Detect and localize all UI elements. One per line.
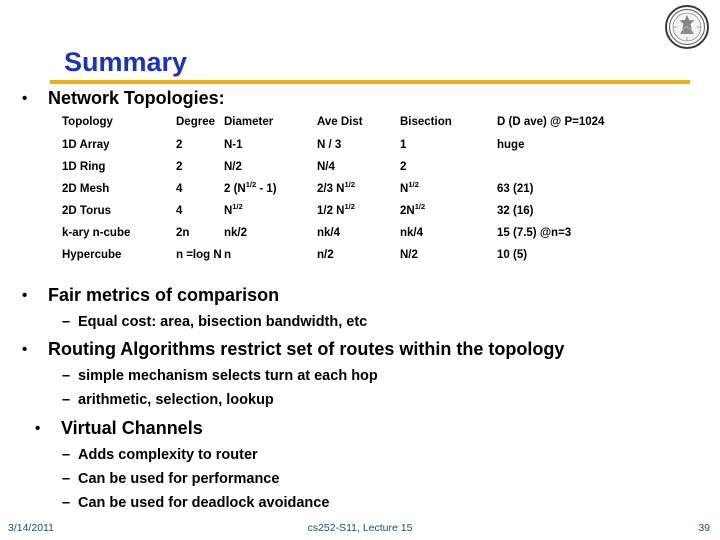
bullet-fair-metrics: • Fair metrics of comparison [22,285,279,306]
bullet-marker-icon: • [22,90,28,107]
cell-d-ave: 63 (21) [497,183,534,195]
table-row: 2D Torus 4 N1/2 1/2 N1/2 2N1/2 32 (16) [62,202,677,227]
bullet-virtual-channels-label: Virtual Channels [61,418,203,438]
cell-bisection: 2N1/2 [400,202,426,217]
bullet-fair-metrics-label: Fair metrics of comparison [48,285,280,305]
cell-degree: 2n [176,227,190,239]
table-row: Hypercube n =log N n n/2 N/2 10 (5) [62,249,677,271]
cell-d-ave: huge [497,139,525,151]
table-row: k-ary n-cube 2n nk/2 nk/4 nk/4 15 (7.5) … [62,227,677,249]
sub-bullet-simple-mechanism: – simple mechanism selects turn at each h… [62,367,378,385]
cell-bisection: 1 [400,139,407,151]
sub-bullet-arithmetic-label: arithmetic, selection, lookup [78,392,274,408]
table-row: 1D Array 2 N-1 N / 3 1 huge [62,139,677,161]
header-d-ave: D (D ave) @ P=1024 [497,116,605,128]
footer-course: cs252-S11, Lecture 15 [307,522,413,534]
cell-ave-dist: 1/2 N1/2 [317,202,355,217]
dash-marker-icon: – [62,368,71,384]
sub-bullet-equal-cost-label: Equal cost: area, bisection bandwidth, e… [78,314,368,330]
sub-bullet-adds-complexity: – Adds complexity to router [62,446,258,464]
cell-d-ave: 15 (7.5) @n=3 [497,227,572,239]
cell-ave-dist: N / 3 [317,139,342,151]
header-ave-dist: Ave Dist [317,116,363,128]
dash-marker-icon: – [62,392,71,408]
sub-bullet-equal-cost: – Equal cost: area, bisection bandwidth, … [62,313,367,331]
cell-topology: 2D Mesh [62,183,110,195]
sub-bullet-performance-label: Can be used for performance [78,471,280,487]
cell-topology: 2D Torus [62,205,111,217]
table-row: 2D Mesh 4 2 (N1/2 - 1) 2/3 N1/2 N1/2 63 … [62,180,677,205]
bullet-network-topologies: • Network Topologies: [22,88,225,109]
sub-bullet-performance: – Can be used for performance [62,470,279,488]
sub-bullet-deadlock-avoidance: – Can be used for deadlock avoidance [62,494,329,512]
cell-d-ave: 10 (5) [497,249,528,261]
cell-degree: 2 [176,139,183,151]
bullet-routing-algorithms-label: Routing Algorithms restrict set of route… [48,339,565,359]
bullet-routing-algorithms: • Routing Algorithms restrict set of rout… [22,339,564,360]
cell-diameter: nk/2 [224,227,248,239]
cell-diameter: N1/2 [224,202,243,217]
slide-title: Summary [64,47,188,77]
cell-diameter: N-1 [224,139,243,151]
cell-degree: n =log N [176,249,222,261]
cell-degree: 4 [176,183,183,195]
cell-diameter: n [224,249,232,261]
cell-bisection: nk/4 [400,227,424,239]
dash-marker-icon: – [62,471,71,487]
cell-diameter: N/2 [224,161,242,173]
cell-topology: 1D Ring [62,161,106,173]
bullet-marker-icon: • [22,287,28,304]
cell-degree: 2 [176,161,183,173]
table-header-row: Topology Degree Diameter Ave Dist Bisect… [62,116,677,139]
dash-marker-icon: – [62,447,71,463]
cell-topology: k-ary n-cube [62,227,131,239]
sub-bullet-adds-complexity-label: Adds complexity to router [78,447,258,463]
cell-topology: Hypercube [62,249,122,261]
table-row: 1D Ring 2 N/2 N/4 2 [62,161,677,183]
cell-bisection: N/2 [400,249,418,261]
header-topology: Topology [62,116,113,128]
sub-bullet-deadlock-avoidance-label: Can be used for deadlock avoidance [78,495,330,511]
cell-ave-dist: n/2 [317,249,334,261]
cell-degree: 4 [176,205,183,217]
cell-d-ave [497,161,677,183]
topology-comparison-table: Topology Degree Diameter Ave Dist Bisect… [62,116,677,271]
header-bisection: Bisection [400,116,452,128]
footer-date: 3/14/2011 [8,522,54,534]
sub-bullet-arithmetic: – arithmetic, selection, lookup [62,391,274,409]
university-seal-logo [664,4,710,50]
dash-marker-icon: – [62,495,71,511]
footer-page-number: 39 [698,522,710,534]
cell-ave-dist: 2/3 N1/2 [317,180,355,195]
bullet-marker-icon: • [35,420,41,437]
cell-ave-dist: nk/4 [317,227,341,239]
title-underline-rule [50,80,690,84]
sub-bullet-simple-mechanism-label: simple mechanism selects turn at each ho… [78,368,378,384]
bullet-network-topologies-label: Network Topologies: [48,88,225,108]
bullet-virtual-channels: • Virtual Channels [35,418,203,439]
header-diameter: Diameter [224,116,274,128]
cell-ave-dist: N/4 [317,161,335,173]
dash-marker-icon: – [62,314,71,330]
table-body: Topology Degree Diameter Ave Dist Bisect… [62,116,677,271]
cell-d-ave: 32 (16) [497,205,534,217]
cell-topology: 1D Array [62,139,110,151]
bullet-marker-icon: • [22,341,28,358]
header-degree: Degree [176,116,215,128]
